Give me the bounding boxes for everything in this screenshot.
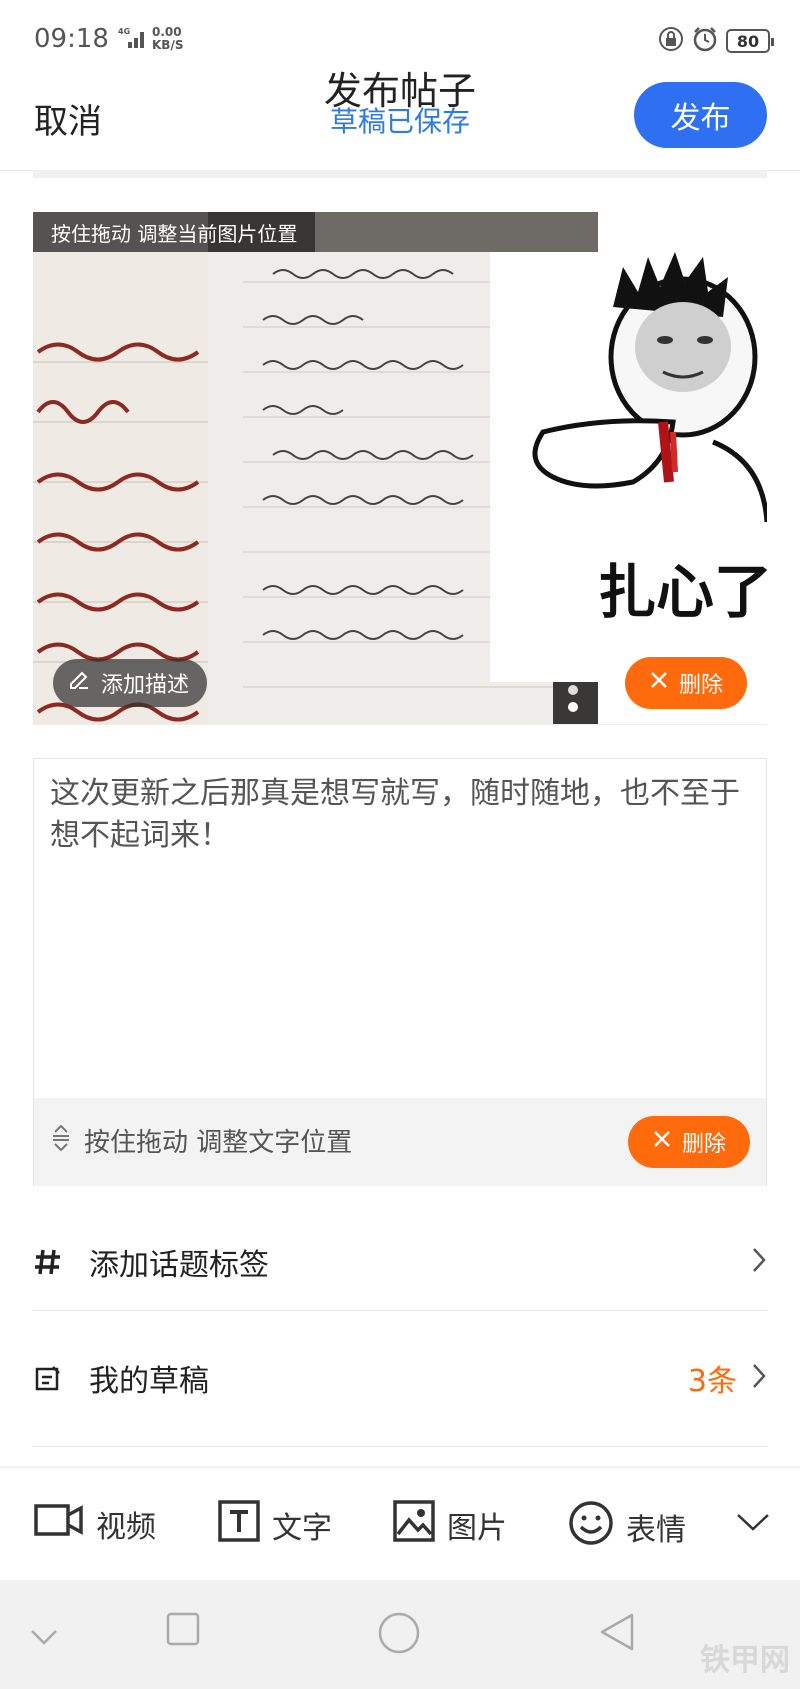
net-speed: 0.00 KB/S (152, 26, 183, 52)
watermark: 铁甲网 (700, 1643, 790, 1678)
insert-image-button[interactable]: 图片 (393, 1500, 507, 1550)
delete-text-button[interactable]: 删除 (628, 1116, 750, 1168)
insert-toolbar: 视频 文字 图片 表情 (0, 1470, 800, 1580)
rotation-lock-icon (658, 26, 684, 56)
insert-text-label: 文字 (272, 1511, 332, 1546)
battery-icon: 80 (726, 29, 774, 53)
nav-back-icon[interactable] (598, 1612, 636, 1656)
add-topic-row[interactable]: 添加话题标签 (33, 1212, 767, 1312)
text-icon (218, 1500, 260, 1550)
delete-text-label: 删除 (681, 1132, 726, 1157)
delete-image-label: 删除 (678, 673, 723, 698)
add-description-label: 添加描述 (101, 673, 190, 698)
nav-hide-icon[interactable] (30, 1628, 58, 1650)
drag-handle-icon (50, 1123, 72, 1158)
status-time: 09:18 (34, 24, 109, 54)
close-icon (649, 670, 669, 696)
card-divider (33, 724, 767, 725)
row-divider (33, 1446, 767, 1447)
chevron-right-icon (751, 1246, 767, 1278)
my-drafts-row[interactable]: 我的草稿 3条 (33, 1328, 767, 1428)
post-image: 扎心了 (33, 212, 767, 724)
publish-button[interactable]: 发布 (634, 82, 767, 148)
pencil-icon (67, 668, 91, 698)
post-text-content[interactable]: 这次更新之后那真是想写就写，随时随地，也不至于想不起词来！ (50, 773, 740, 857)
insert-video-button[interactable]: 视频 (34, 1500, 156, 1548)
text-block-footer: 按住拖动 调整文字位置 删除 (34, 1098, 766, 1186)
meme-caption: 扎心了 (598, 558, 767, 626)
header: 取消 发布帖子 草稿已保存 发布 (0, 60, 800, 170)
my-drafts-label: 我的草稿 (89, 1364, 209, 1399)
image-card[interactable]: 扎心了 按住拖动 调整当前图片位置 添加描述 删除 (33, 212, 767, 724)
insert-video-label: 视频 (96, 1510, 156, 1545)
image-icon (393, 1500, 435, 1550)
hash-icon (33, 1247, 89, 1277)
delete-image-button[interactable]: 删除 (625, 657, 747, 709)
alarm-icon (692, 26, 718, 56)
chevron-down-icon[interactable] (736, 1512, 770, 1536)
close-icon (652, 1129, 672, 1155)
emoji-icon (568, 1500, 614, 1554)
row-divider (33, 1310, 767, 1311)
insert-image-label: 图片 (447, 1511, 507, 1546)
drafts-count: 3条 (687, 1364, 737, 1399)
add-description-button[interactable]: 添加描述 (53, 659, 208, 707)
signal-icon: 4G (118, 26, 148, 54)
insert-text-button[interactable]: 文字 (218, 1500, 332, 1550)
image-drag-hint: 按住拖动 调整当前图片位置 (33, 212, 316, 252)
net-speed-unit: KB/S (152, 38, 184, 52)
chevron-right-icon (751, 1362, 767, 1394)
nav-recents-icon[interactable] (166, 1612, 200, 1650)
video-icon (34, 1500, 84, 1548)
nav-home-icon[interactable] (378, 1612, 420, 1658)
insert-emoji-label: 表情 (626, 1513, 686, 1548)
text-block[interactable]: 这次更新之后那真是想写就写，随时随地，也不至于想不起词来！ 按住拖动 调整文字位… (33, 758, 767, 1186)
text-drag-label: 按住拖动 调整文字位置 (84, 1128, 353, 1158)
add-topic-label: 添加话题标签 (89, 1248, 269, 1283)
scroll-edge-strip (33, 170, 767, 178)
insert-emoji-button[interactable]: 表情 (568, 1500, 686, 1554)
status-right: 80 (658, 26, 774, 56)
text-drag-handle[interactable]: 按住拖动 调整文字位置 (50, 1122, 352, 1159)
system-nav-bar: 铁甲网 (0, 1580, 800, 1689)
network-label: 4G (118, 27, 130, 36)
draft-icon (33, 1363, 89, 1393)
